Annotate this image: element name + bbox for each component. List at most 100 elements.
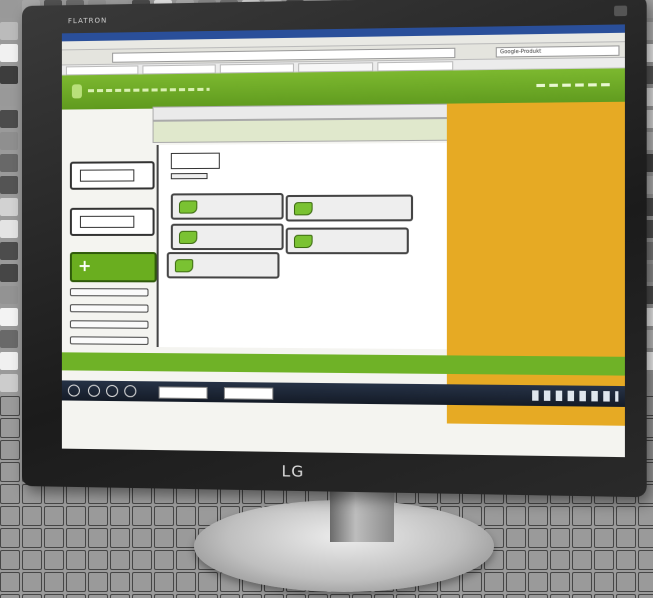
mosaic-tile: [484, 572, 504, 592]
mosaic-tile: [132, 506, 152, 526]
mosaic-tile: [0, 330, 18, 348]
document-icon: [170, 152, 220, 170]
header-links[interactable]: [536, 83, 612, 88]
folder-box[interactable]: [69, 207, 155, 236]
sidebar-item[interactable]: [69, 336, 149, 345]
mosaic-tile: [132, 572, 152, 592]
folder-box[interactable]: [69, 161, 155, 190]
mosaic-tile: [88, 594, 108, 598]
taskbar-window[interactable]: [158, 386, 208, 400]
mosaic-tile: [22, 594, 42, 598]
mosaic-tile: [44, 550, 64, 570]
mosaic-tile: [0, 308, 18, 326]
mosaic-tile: [176, 572, 196, 592]
mosaic-tile: [154, 572, 174, 592]
mosaic-tile: [572, 528, 592, 548]
mosaic-tile: [154, 506, 174, 526]
mosaic-tile: [528, 594, 548, 598]
mosaic-tile: [550, 528, 570, 548]
mosaic-tile: [572, 550, 592, 570]
mosaic-tile: [22, 572, 42, 592]
lg-logo: LG: [281, 462, 305, 481]
mosaic-tile: [528, 572, 548, 592]
app-title: [87, 87, 210, 93]
mosaic-tile: [66, 528, 86, 548]
content-area: [156, 142, 447, 350]
item-card[interactable]: [285, 227, 409, 255]
mosaic-tile: [0, 550, 20, 570]
mosaic-tile: [22, 528, 42, 548]
mosaic-tile: [22, 550, 42, 570]
mosaic-tile: [22, 506, 42, 526]
app-body: +: [61, 101, 625, 457]
taskbar-icon[interactable]: [87, 384, 101, 397]
mosaic-tile: [616, 528, 636, 548]
mosaic-tile: [0, 462, 20, 482]
mosaic-tile: [0, 418, 20, 438]
item-card[interactable]: [170, 192, 284, 220]
mosaic-tile: [44, 594, 64, 598]
power-badge: [614, 5, 628, 17]
mosaic-tile: [0, 440, 20, 460]
mosaic-tile: [550, 506, 570, 526]
mosaic-tile: [88, 528, 108, 548]
monitor: FLATRON Google-Produkt + LG: [22, 0, 647, 498]
taskbar-icon[interactable]: [106, 384, 119, 398]
sidebar-item[interactable]: [69, 288, 149, 297]
mosaic-tile: [396, 594, 416, 598]
start-orb-icon[interactable]: [67, 384, 80, 397]
item-card[interactable]: [285, 194, 414, 222]
address-bar[interactable]: [112, 47, 456, 63]
mosaic-tile: [110, 572, 130, 592]
mosaic-tile: [154, 528, 174, 548]
taskbar-window[interactable]: [223, 387, 274, 400]
mosaic-tile: [66, 506, 86, 526]
plus-icon: +: [77, 256, 92, 276]
search-box[interactable]: Google-Produkt: [495, 45, 620, 58]
add-button[interactable]: +: [69, 252, 157, 283]
mosaic-tile: [528, 528, 548, 548]
mosaic-tile: [44, 572, 64, 592]
mosaic-tile: [44, 506, 64, 526]
item-card[interactable]: [166, 252, 280, 279]
item-card[interactable]: [170, 223, 284, 251]
mosaic-tile: [154, 594, 174, 598]
mosaic-tile: [0, 132, 18, 150]
mosaic-tile: [550, 594, 570, 598]
mosaic-tile: [616, 594, 636, 598]
mosaic-tile: [88, 572, 108, 592]
mosaic-tile: [110, 528, 130, 548]
mosaic-tile: [330, 594, 350, 598]
system-tray[interactable]: [532, 390, 619, 402]
mosaic-tile: [484, 506, 504, 526]
mosaic-tile: [528, 550, 548, 570]
sidebar-item[interactable]: [69, 320, 149, 329]
mosaic-tile: [594, 528, 614, 548]
mosaic-tile: [0, 198, 18, 216]
mosaic-tile: [572, 594, 592, 598]
mosaic-tile: [154, 550, 174, 570]
mosaic-tile: [506, 594, 526, 598]
mosaic-tile: [0, 484, 20, 504]
mosaic-tile: [110, 506, 130, 526]
taskbar-icon[interactable]: [124, 385, 137, 398]
mosaic-tile: [528, 506, 548, 526]
mosaic-tile: [462, 594, 482, 598]
sidebar: +: [69, 113, 157, 345]
mosaic-tile: [0, 506, 20, 526]
mosaic-tile: [264, 594, 284, 598]
mosaic-tile: [0, 352, 18, 370]
mosaic-tile: [572, 506, 592, 526]
mosaic-tile: [638, 528, 653, 548]
mosaic-tile: [616, 550, 636, 570]
mosaic-tile: [308, 594, 328, 598]
mosaic-tile: [0, 44, 18, 62]
sidebar-item[interactable]: [69, 304, 149, 313]
leaf-icon: [174, 259, 194, 273]
mosaic-tile: [462, 572, 482, 592]
mosaic-tile: [440, 594, 460, 598]
mosaic-tile: [0, 396, 20, 416]
mosaic-tile: [0, 0, 18, 18]
mosaic-tile: [22, 484, 42, 504]
screen: Google-Produkt +: [61, 24, 625, 458]
